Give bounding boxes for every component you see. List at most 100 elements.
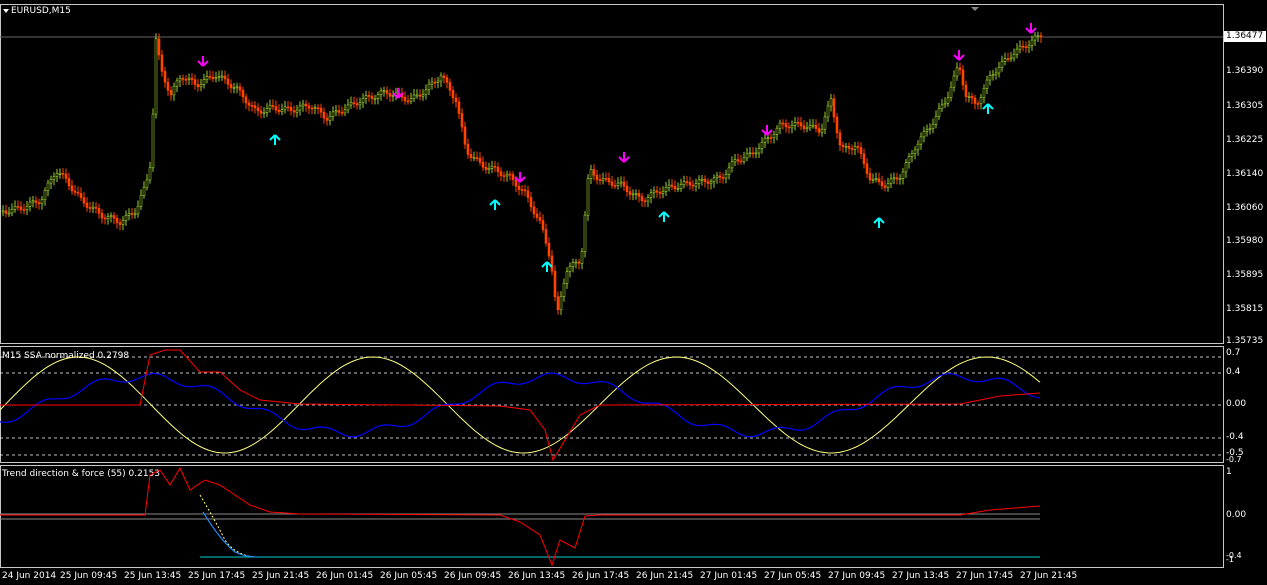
candle-body bbox=[655, 190, 659, 193]
candle-body bbox=[826, 105, 830, 118]
candle-body bbox=[175, 80, 179, 87]
candle-body bbox=[208, 76, 212, 78]
candle-body bbox=[187, 77, 191, 80]
candle-body bbox=[19, 206, 23, 210]
candle-body bbox=[868, 173, 872, 181]
candle-body bbox=[307, 105, 311, 109]
candle-body bbox=[1039, 35, 1043, 38]
candle-body bbox=[829, 98, 833, 107]
candle-body bbox=[295, 109, 299, 113]
candle-body bbox=[163, 71, 167, 83]
candle-body bbox=[493, 165, 497, 168]
candle-body bbox=[322, 111, 326, 119]
candle-body bbox=[547, 242, 551, 257]
candle-body bbox=[457, 101, 461, 114]
candle-body bbox=[802, 125, 806, 130]
candle-body bbox=[403, 96, 407, 102]
candle-body bbox=[271, 105, 275, 107]
candle-body bbox=[742, 157, 746, 162]
sell-arrow-icon bbox=[197, 56, 209, 67]
candle-body bbox=[775, 127, 779, 135]
candle-body bbox=[907, 156, 911, 163]
candle-body bbox=[169, 89, 173, 96]
candle-body bbox=[544, 229, 548, 244]
candle-body bbox=[661, 191, 665, 194]
candle-body bbox=[454, 97, 458, 103]
candle-body bbox=[490, 165, 494, 169]
candle-body bbox=[433, 81, 437, 84]
candle-body bbox=[1000, 61, 1004, 68]
candle-body bbox=[1003, 58, 1007, 62]
candle-body bbox=[898, 178, 902, 180]
candle-body bbox=[730, 161, 734, 169]
candle-body bbox=[211, 76, 215, 80]
candle-body bbox=[136, 205, 140, 215]
candle-body bbox=[346, 104, 350, 111]
candle-body bbox=[88, 207, 92, 209]
candle-body bbox=[550, 255, 554, 272]
candle-body bbox=[70, 185, 74, 192]
sell-arrow-icon bbox=[1025, 23, 1037, 34]
candle-body bbox=[181, 77, 185, 80]
candle-body bbox=[556, 296, 560, 311]
candle-body bbox=[517, 185, 521, 190]
candle-body bbox=[10, 209, 14, 214]
candle-body bbox=[970, 96, 974, 99]
candle-body bbox=[778, 122, 782, 129]
candle-body bbox=[481, 161, 485, 168]
candle-body bbox=[100, 212, 104, 219]
candle-body bbox=[919, 136, 923, 145]
buy-arrow-icon bbox=[541, 261, 553, 272]
candle-body bbox=[886, 183, 890, 188]
sell-arrow-icon bbox=[618, 152, 630, 163]
candle-body bbox=[115, 217, 119, 223]
candle-body bbox=[808, 124, 812, 129]
candle-body bbox=[127, 213, 131, 216]
candle-body bbox=[901, 171, 905, 179]
candle-body bbox=[82, 197, 86, 204]
candle-body bbox=[76, 192, 80, 194]
candle-body bbox=[103, 217, 107, 220]
candle-body bbox=[931, 123, 935, 130]
candle-body bbox=[448, 82, 452, 91]
candle-body bbox=[64, 173, 68, 179]
sell-arrow-icon bbox=[761, 125, 773, 136]
candle-body bbox=[709, 181, 713, 184]
candle-body bbox=[838, 132, 842, 146]
candle-body bbox=[943, 102, 947, 106]
candle-body bbox=[706, 181, 710, 184]
candle-body bbox=[97, 208, 101, 214]
candle-body bbox=[964, 84, 968, 97]
candle-body bbox=[157, 38, 161, 56]
candle-body bbox=[583, 214, 587, 252]
candle-body bbox=[871, 179, 875, 181]
candle-body bbox=[811, 124, 815, 127]
candle-body bbox=[892, 177, 896, 180]
candle-body bbox=[691, 184, 695, 187]
candle-body bbox=[160, 54, 164, 72]
candle-body bbox=[34, 200, 38, 203]
candle-body bbox=[805, 127, 809, 130]
candle-body bbox=[865, 163, 869, 174]
candle-body bbox=[349, 102, 353, 106]
candle-body bbox=[91, 206, 95, 209]
candle-body bbox=[190, 77, 194, 80]
candle-body bbox=[145, 179, 149, 188]
candle-body bbox=[961, 69, 965, 86]
candle-body bbox=[724, 174, 728, 179]
candle-body bbox=[790, 124, 794, 129]
candle-body bbox=[850, 148, 854, 150]
candle-body bbox=[799, 122, 803, 127]
chart-shift-marker bbox=[971, 7, 979, 11]
candle-body bbox=[754, 152, 758, 155]
chart-canvas bbox=[0, 7, 1223, 567]
candle-body bbox=[856, 146, 860, 148]
candle-body bbox=[976, 103, 980, 105]
candle-body bbox=[445, 77, 449, 83]
candle-body bbox=[844, 145, 848, 148]
candle-body bbox=[682, 181, 686, 185]
candle-body bbox=[979, 97, 983, 104]
candle-body bbox=[946, 97, 950, 104]
candle-body bbox=[1030, 39, 1034, 46]
candle-body bbox=[949, 86, 953, 98]
